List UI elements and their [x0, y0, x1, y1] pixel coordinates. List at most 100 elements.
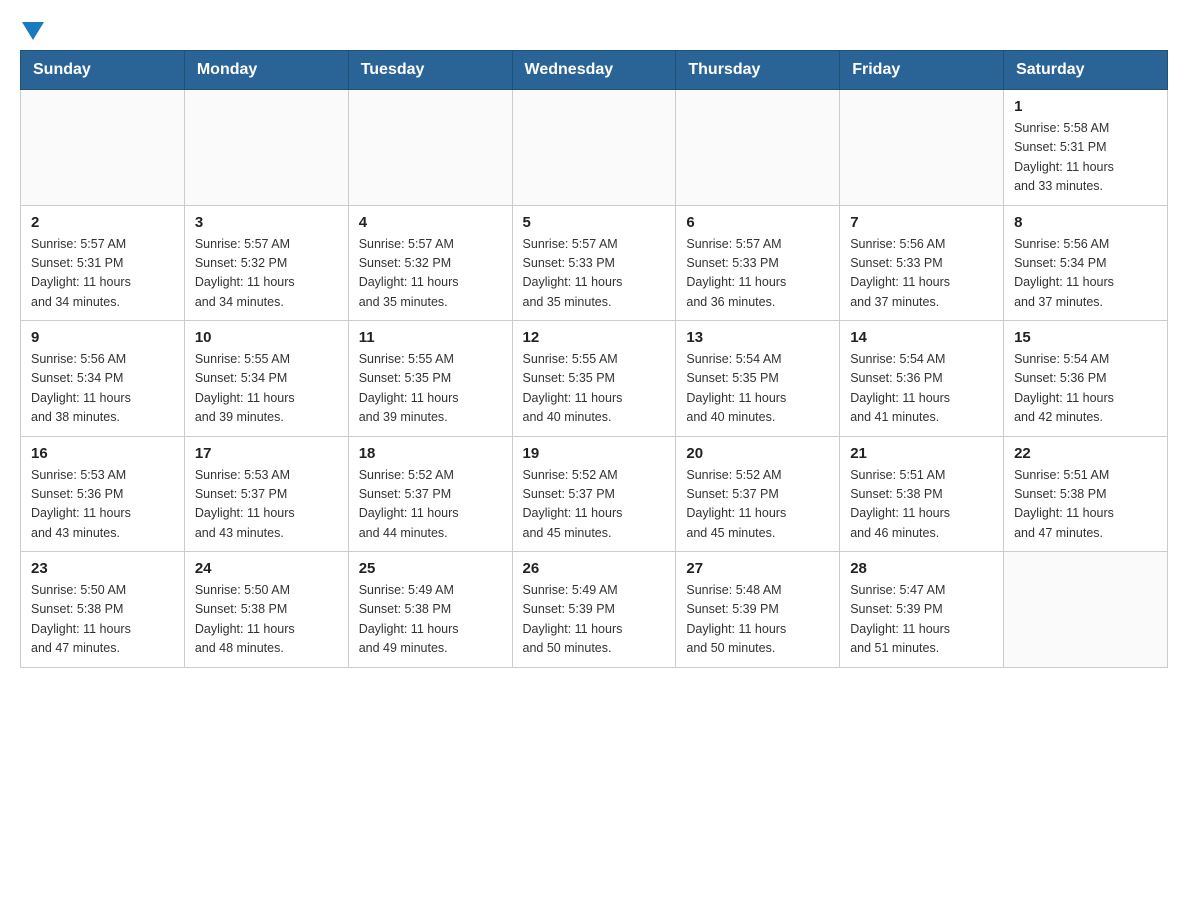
day-number: 13 — [686, 329, 829, 346]
days-of-week-row: SundayMondayTuesdayWednesdayThursdayFrid… — [21, 51, 1168, 90]
day-info: Sunrise: 5:56 AMSunset: 5:34 PMDaylight:… — [31, 350, 174, 428]
calendar-day-cell — [348, 90, 512, 206]
day-number: 24 — [195, 560, 338, 577]
calendar-day-cell: 28 Sunrise: 5:47 AMSunset: 5:39 PMDayligh… — [840, 552, 1004, 668]
day-of-week-header: Wednesday — [512, 51, 676, 90]
day-number: 15 — [1014, 329, 1157, 346]
day-info: Sunrise: 5:57 AMSunset: 5:32 PMDaylight:… — [195, 235, 338, 313]
day-number: 3 — [195, 214, 338, 231]
day-info: Sunrise: 5:48 AMSunset: 5:39 PMDaylight:… — [686, 581, 829, 659]
day-info: Sunrise: 5:52 AMSunset: 5:37 PMDaylight:… — [359, 466, 502, 544]
day-info: Sunrise: 5:47 AMSunset: 5:39 PMDaylight:… — [850, 581, 993, 659]
day-number: 8 — [1014, 214, 1157, 231]
calendar-day-cell: 25 Sunrise: 5:49 AMSunset: 5:38 PMDayligh… — [348, 552, 512, 668]
calendar-day-cell: 11 Sunrise: 5:55 AMSunset: 5:35 PMDayligh… — [348, 321, 512, 437]
day-of-week-header: Friday — [840, 51, 1004, 90]
day-info: Sunrise: 5:50 AMSunset: 5:38 PMDaylight:… — [31, 581, 174, 659]
calendar-day-cell: 20 Sunrise: 5:52 AMSunset: 5:37 PMDayligh… — [676, 436, 840, 552]
day-number: 27 — [686, 560, 829, 577]
day-info: Sunrise: 5:53 AMSunset: 5:37 PMDaylight:… — [195, 466, 338, 544]
day-number: 7 — [850, 214, 993, 231]
calendar-week-row: 9 Sunrise: 5:56 AMSunset: 5:34 PMDaylight… — [21, 321, 1168, 437]
day-number: 5 — [523, 214, 666, 231]
day-number: 19 — [523, 445, 666, 462]
day-info: Sunrise: 5:55 AMSunset: 5:35 PMDaylight:… — [523, 350, 666, 428]
calendar-week-row: 16 Sunrise: 5:53 AMSunset: 5:36 PMDayligh… — [21, 436, 1168, 552]
day-info: Sunrise: 5:51 AMSunset: 5:38 PMDaylight:… — [1014, 466, 1157, 544]
day-number: 9 — [31, 329, 174, 346]
calendar-day-cell: 4 Sunrise: 5:57 AMSunset: 5:32 PMDaylight… — [348, 205, 512, 321]
day-of-week-header: Sunday — [21, 51, 185, 90]
calendar-day-cell: 26 Sunrise: 5:49 AMSunset: 5:39 PMDayligh… — [512, 552, 676, 668]
calendar-day-cell: 2 Sunrise: 5:57 AMSunset: 5:31 PMDaylight… — [21, 205, 185, 321]
calendar-day-cell: 7 Sunrise: 5:56 AMSunset: 5:33 PMDaylight… — [840, 205, 1004, 321]
day-of-week-header: Thursday — [676, 51, 840, 90]
day-number: 25 — [359, 560, 502, 577]
calendar-week-row: 23Sunrise: 5:50 AMSunset: 5:38 PMDayligh… — [21, 552, 1168, 668]
day-number: 2 — [31, 214, 174, 231]
calendar-day-cell — [1004, 552, 1168, 668]
calendar-day-cell: 13 Sunrise: 5:54 AMSunset: 5:35 PMDayligh… — [676, 321, 840, 437]
day-number: 16 — [31, 445, 174, 462]
calendar-day-cell: 17 Sunrise: 5:53 AMSunset: 5:37 PMDayligh… — [184, 436, 348, 552]
day-number: 6 — [686, 214, 829, 231]
day-info: Sunrise: 5:51 AMSunset: 5:38 PMDaylight:… — [850, 466, 993, 544]
calendar-day-cell: 18 Sunrise: 5:52 AMSunset: 5:37 PMDayligh… — [348, 436, 512, 552]
calendar-day-cell: 14Sunrise: 5:54 AMSunset: 5:36 PMDayligh… — [840, 321, 1004, 437]
day-info: Sunrise: 5:56 AMSunset: 5:34 PMDaylight:… — [1014, 235, 1157, 313]
day-number: 28 — [850, 560, 993, 577]
day-info: Sunrise: 5:54 AMSunset: 5:36 PMDaylight:… — [850, 350, 993, 428]
calendar-day-cell — [21, 90, 185, 206]
day-number: 10 — [195, 329, 338, 346]
calendar-day-cell: 5 Sunrise: 5:57 AMSunset: 5:33 PMDaylight… — [512, 205, 676, 321]
calendar-day-cell — [840, 90, 1004, 206]
day-number: 1 — [1014, 98, 1157, 115]
day-number: 4 — [359, 214, 502, 231]
calendar-day-cell: 19 Sunrise: 5:52 AMSunset: 5:37 PMDayligh… — [512, 436, 676, 552]
day-info: Sunrise: 5:49 AMSunset: 5:39 PMDaylight:… — [523, 581, 666, 659]
calendar-day-cell: 12 Sunrise: 5:55 AMSunset: 5:35 PMDayligh… — [512, 321, 676, 437]
calendar-day-cell: 15 Sunrise: 5:54 AMSunset: 5:36 PMDayligh… — [1004, 321, 1168, 437]
day-info: Sunrise: 5:58 AMSunset: 5:31 PMDaylight:… — [1014, 119, 1157, 197]
day-of-week-header: Tuesday — [348, 51, 512, 90]
day-info: Sunrise: 5:55 AMSunset: 5:34 PMDaylight:… — [195, 350, 338, 428]
day-number: 12 — [523, 329, 666, 346]
calendar-day-cell: 9 Sunrise: 5:56 AMSunset: 5:34 PMDaylight… — [21, 321, 185, 437]
logo-arrow-icon — [22, 22, 44, 40]
day-number: 18 — [359, 445, 502, 462]
calendar-day-cell: 8 Sunrise: 5:56 AMSunset: 5:34 PMDaylight… — [1004, 205, 1168, 321]
calendar-week-row: 1 Sunrise: 5:58 AMSunset: 5:31 PMDaylight… — [21, 90, 1168, 206]
day-info: Sunrise: 5:53 AMSunset: 5:36 PMDaylight:… — [31, 466, 174, 544]
page-header — [20, 20, 1168, 40]
calendar-day-cell: 22 Sunrise: 5:51 AMSunset: 5:38 PMDayligh… — [1004, 436, 1168, 552]
day-info: Sunrise: 5:57 AMSunset: 5:31 PMDaylight:… — [31, 235, 174, 313]
calendar-body: 1 Sunrise: 5:58 AMSunset: 5:31 PMDaylight… — [21, 90, 1168, 668]
day-info: Sunrise: 5:54 AMSunset: 5:35 PMDaylight:… — [686, 350, 829, 428]
calendar-day-cell: 3 Sunrise: 5:57 AMSunset: 5:32 PMDaylight… — [184, 205, 348, 321]
day-number: 22 — [1014, 445, 1157, 462]
calendar-week-row: 2 Sunrise: 5:57 AMSunset: 5:31 PMDaylight… — [21, 205, 1168, 321]
day-number: 20 — [686, 445, 829, 462]
calendar-header: SundayMondayTuesdayWednesdayThursdayFrid… — [21, 51, 1168, 90]
calendar-day-cell: 23Sunrise: 5:50 AMSunset: 5:38 PMDayligh… — [21, 552, 185, 668]
day-of-week-header: Saturday — [1004, 51, 1168, 90]
day-info: Sunrise: 5:49 AMSunset: 5:38 PMDaylight:… — [359, 581, 502, 659]
day-info: Sunrise: 5:56 AMSunset: 5:33 PMDaylight:… — [850, 235, 993, 313]
day-of-week-header: Monday — [184, 51, 348, 90]
day-info: Sunrise: 5:55 AMSunset: 5:35 PMDaylight:… — [359, 350, 502, 428]
day-number: 26 — [523, 560, 666, 577]
day-info: Sunrise: 5:57 AMSunset: 5:33 PMDaylight:… — [523, 235, 666, 313]
calendar-day-cell — [676, 90, 840, 206]
day-info: Sunrise: 5:52 AMSunset: 5:37 PMDaylight:… — [686, 466, 829, 544]
day-number: 11 — [359, 329, 502, 346]
calendar-day-cell: 10 Sunrise: 5:55 AMSunset: 5:34 PMDayligh… — [184, 321, 348, 437]
day-info: Sunrise: 5:57 AMSunset: 5:32 PMDaylight:… — [359, 235, 502, 313]
day-info: Sunrise: 5:50 AMSunset: 5:38 PMDaylight:… — [195, 581, 338, 659]
day-number: 17 — [195, 445, 338, 462]
day-info: Sunrise: 5:52 AMSunset: 5:37 PMDaylight:… — [523, 466, 666, 544]
calendar-day-cell: 21 Sunrise: 5:51 AMSunset: 5:38 PMDayligh… — [840, 436, 1004, 552]
calendar-day-cell: 24 Sunrise: 5:50 AMSunset: 5:38 PMDayligh… — [184, 552, 348, 668]
calendar-day-cell: 1 Sunrise: 5:58 AMSunset: 5:31 PMDaylight… — [1004, 90, 1168, 206]
day-info: Sunrise: 5:54 AMSunset: 5:36 PMDaylight:… — [1014, 350, 1157, 428]
day-number: 21 — [850, 445, 993, 462]
